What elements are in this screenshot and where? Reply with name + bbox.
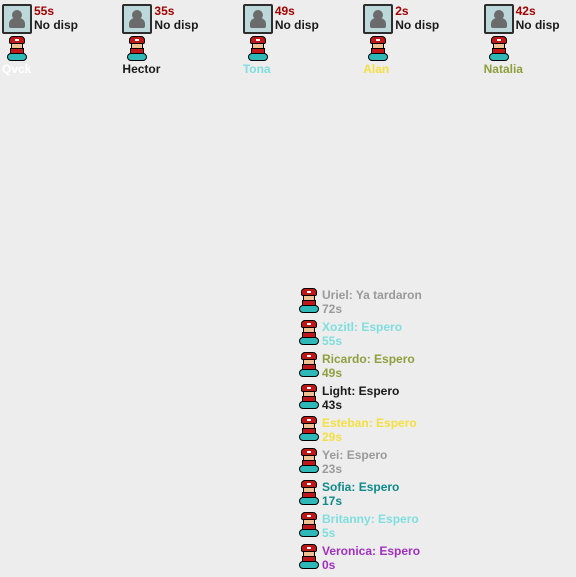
queue-message: Uriel: Ya tardaron: [322, 288, 422, 302]
queue-text: Veronica: Espero0s: [322, 544, 420, 572]
portrait-frame: [243, 4, 273, 34]
waiting-queue: Uriel: Ya tardaron72s Xozitl: Espero55s Ri…: [298, 288, 422, 574]
queue-text: Ricardo: Espero49s: [322, 352, 415, 380]
player-sprite: [6, 36, 28, 62]
player-name: Natalia: [484, 62, 523, 76]
player-sprite: [298, 288, 320, 314]
player-sprite: [126, 36, 148, 62]
queue-row[interactable]: Uriel: Ya tardaron72s: [298, 288, 422, 318]
slot-disp: No disp: [34, 18, 78, 32]
queue-time: 29s: [322, 430, 417, 444]
player-sprite: [298, 384, 320, 410]
player-sprite: [298, 448, 320, 474]
portrait-frame: [484, 4, 514, 34]
queue-row[interactable]: Ricardo: Espero49s: [298, 352, 422, 382]
queue-text: Uriel: Ya tardaron72s: [322, 288, 422, 316]
player-slot[interactable]: 49sNo disp Tona: [243, 4, 333, 76]
player-slot[interactable]: 42sNo disp Natalia: [484, 4, 574, 76]
queue-row[interactable]: Xozitl: Espero55s: [298, 320, 422, 350]
player-sprite: [488, 36, 510, 62]
slot-time: 42s: [516, 4, 560, 18]
queue-message: Ricardo: Espero: [322, 352, 415, 366]
slot-disp: No disp: [275, 18, 319, 32]
slot-time: 35s: [154, 4, 198, 18]
silhouette-icon: [250, 10, 266, 28]
queue-row[interactable]: Esteban: Espero29s: [298, 416, 422, 446]
queue-text: Sofia: Espero17s: [322, 480, 399, 508]
slot-status: 2sNo disp: [395, 4, 439, 32]
portrait-frame: [363, 4, 393, 34]
player-sprite: [298, 480, 320, 506]
queue-message: Yei: Espero: [322, 448, 387, 462]
player-slot[interactable]: 35sNo disp Hector: [122, 4, 212, 76]
player-sprite: [298, 416, 320, 442]
player-name: Qvck: [2, 62, 31, 76]
queue-time: 72s: [322, 302, 422, 316]
queue-time: 43s: [322, 398, 399, 412]
player-name: Alan: [363, 62, 389, 76]
queue-row[interactable]: Britanny: Espero5s: [298, 512, 422, 542]
queue-message: Veronica: Espero: [322, 544, 420, 558]
silhouette-icon: [129, 10, 145, 28]
silhouette-icon: [491, 10, 507, 28]
queue-time: 23s: [322, 462, 387, 476]
queue-text: Yei: Espero23s: [322, 448, 387, 476]
portrait-frame: [2, 4, 32, 34]
queue-text: Esteban: Espero29s: [322, 416, 417, 444]
queue-time: 49s: [322, 366, 415, 380]
player-name: Hector: [122, 62, 160, 76]
queue-time: 0s: [322, 558, 420, 572]
player-sprite: [247, 36, 269, 62]
slot-disp: No disp: [154, 18, 198, 32]
queue-text: Light: Espero43s: [322, 384, 399, 412]
queue-text: Xozitl: Espero55s: [322, 320, 402, 348]
queue-message: Sofia: Espero: [322, 480, 399, 494]
slot-status: 49sNo disp: [275, 4, 319, 32]
queue-message: Xozitl: Espero: [322, 320, 402, 334]
queue-message: Britanny: Espero: [322, 512, 419, 526]
player-slot[interactable]: 55sNo disp Qvck: [2, 4, 92, 76]
player-sprite: [298, 320, 320, 346]
slot-time: 2s: [395, 4, 439, 18]
queue-time: 55s: [322, 334, 402, 348]
queue-row[interactable]: Yei: Espero23s: [298, 448, 422, 478]
silhouette-icon: [370, 10, 386, 28]
slot-status: 55sNo disp: [34, 4, 78, 32]
player-sprite: [367, 36, 389, 62]
slot-status: 42sNo disp: [516, 4, 560, 32]
queue-message: Light: Espero: [322, 384, 399, 398]
slot-disp: No disp: [395, 18, 439, 32]
queue-row[interactable]: Light: Espero43s: [298, 384, 422, 414]
player-sprite: [298, 544, 320, 570]
slot-time: 49s: [275, 4, 319, 18]
player-sprite: [298, 352, 320, 378]
queue-row[interactable]: Sofia: Espero17s: [298, 480, 422, 510]
portrait-frame: [122, 4, 152, 34]
slot-status: 35sNo disp: [154, 4, 198, 32]
queue-row[interactable]: Veronica: Espero0s: [298, 544, 422, 574]
queue-message: Esteban: Espero: [322, 416, 417, 430]
slot-time: 55s: [34, 4, 78, 18]
player-name: Tona: [243, 62, 271, 76]
player-sprite: [298, 512, 320, 538]
top-player-row: 55sNo dispQvck35sNo dispHector49sNo disp…: [0, 0, 576, 80]
queue-time: 5s: [322, 526, 419, 540]
queue-text: Britanny: Espero5s: [322, 512, 419, 540]
queue-time: 17s: [322, 494, 399, 508]
silhouette-icon: [9, 10, 25, 28]
player-slot[interactable]: 2sNo disp Alan: [363, 4, 453, 76]
slot-disp: No disp: [516, 18, 560, 32]
